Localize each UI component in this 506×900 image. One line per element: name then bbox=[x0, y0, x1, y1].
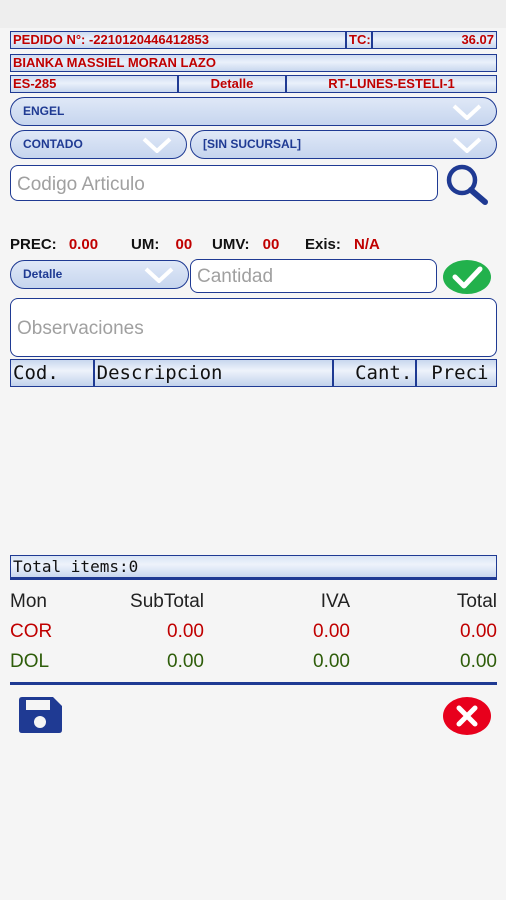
items-table-header: Cod. Descripcion Cant. Preci bbox=[10, 359, 497, 387]
currency-cor: COR bbox=[10, 621, 53, 642]
um-value: 00 bbox=[175, 236, 193, 253]
article-code-placeholder: Codigo Articulo bbox=[17, 174, 145, 195]
umv-label: UMV: bbox=[212, 236, 250, 253]
column-description: Descripcion bbox=[95, 360, 334, 386]
tc-label: TC: bbox=[346, 31, 372, 49]
chevron-down-icon bbox=[142, 137, 172, 153]
brand-value: ENGEL bbox=[23, 104, 65, 118]
exis-label: Exis: bbox=[305, 236, 341, 253]
um-info: UM: 00 bbox=[131, 236, 192, 253]
umv-info: UMV: 00 bbox=[212, 236, 279, 253]
route-name: RT-LUNES-ESTELI-1 bbox=[286, 75, 497, 93]
header-iva: IVA bbox=[320, 591, 350, 612]
exis-info: Exis: N/A bbox=[305, 236, 380, 253]
prec-label: PREC: bbox=[10, 236, 57, 253]
chevron-down-icon bbox=[144, 267, 174, 283]
close-icon[interactable] bbox=[442, 696, 492, 736]
payment-value: CONTADO bbox=[23, 137, 83, 151]
header-mon: Mon bbox=[10, 591, 47, 612]
observations-input[interactable]: Observaciones bbox=[10, 298, 497, 357]
quantity-placeholder: Cantidad bbox=[197, 266, 274, 287]
cor-subtotal: 0.00 bbox=[167, 621, 204, 642]
um-label: UM: bbox=[131, 236, 160, 253]
save-icon[interactable] bbox=[17, 696, 63, 734]
total-items-bar: Total items:0 bbox=[10, 555, 497, 580]
header-subtotal: SubTotal bbox=[130, 591, 204, 612]
header-total: Total bbox=[456, 591, 497, 612]
price-info: PREC: 0.00 bbox=[10, 236, 98, 253]
currency-dol: DOL bbox=[10, 651, 50, 672]
client-row: BIANKA MASSIEL MORAN LAZO bbox=[10, 54, 497, 72]
client-name: BIANKA MASSIEL MORAN LAZO bbox=[10, 54, 497, 72]
dol-iva: 0.00 bbox=[313, 651, 350, 672]
search-icon[interactable] bbox=[444, 163, 490, 205]
article-code-input[interactable]: Codigo Articulo bbox=[10, 165, 438, 201]
chevron-down-icon bbox=[452, 137, 482, 153]
order-header-row: PEDIDO N°: -2210120446412853 TC: 36.07 bbox=[10, 31, 497, 49]
status-bar bbox=[0, 0, 506, 28]
prec-value: 0.00 bbox=[68, 236, 99, 253]
sale-type: Detalle bbox=[178, 75, 286, 93]
payment-dropdown[interactable]: CONTADO bbox=[10, 130, 187, 159]
branch-value: [SIN SUCURSAL] bbox=[203, 137, 301, 151]
order-number: PEDIDO N°: -2210120446412853 bbox=[10, 31, 346, 49]
dol-subtotal: 0.00 bbox=[167, 651, 204, 672]
column-quantity: Cant. bbox=[334, 360, 418, 386]
client-code: ES-285 bbox=[10, 75, 178, 93]
dol-total: 0.00 bbox=[460, 651, 497, 672]
cor-iva: 0.00 bbox=[313, 621, 350, 642]
umv-value: 00 bbox=[262, 236, 280, 253]
price-type-value: Detalle bbox=[23, 267, 63, 281]
cor-total: 0.00 bbox=[460, 621, 497, 642]
observations-placeholder: Observaciones bbox=[17, 318, 144, 339]
branch-dropdown[interactable]: [SIN SUCURSAL] bbox=[190, 130, 497, 159]
exis-value: N/A bbox=[354, 236, 380, 253]
tc-value: 36.07 bbox=[372, 31, 497, 49]
column-code: Cod. bbox=[11, 360, 95, 386]
price-type-dropdown[interactable]: Detalle bbox=[10, 260, 189, 289]
chevron-down-icon bbox=[452, 104, 482, 120]
brand-dropdown[interactable]: ENGEL bbox=[10, 97, 497, 126]
route-row: ES-285 Detalle RT-LUNES-ESTELI-1 bbox=[10, 75, 497, 93]
column-price: Preci bbox=[431, 362, 489, 384]
divider bbox=[10, 682, 497, 685]
check-icon[interactable] bbox=[442, 259, 492, 295]
quantity-input[interactable]: Cantidad bbox=[190, 259, 437, 293]
